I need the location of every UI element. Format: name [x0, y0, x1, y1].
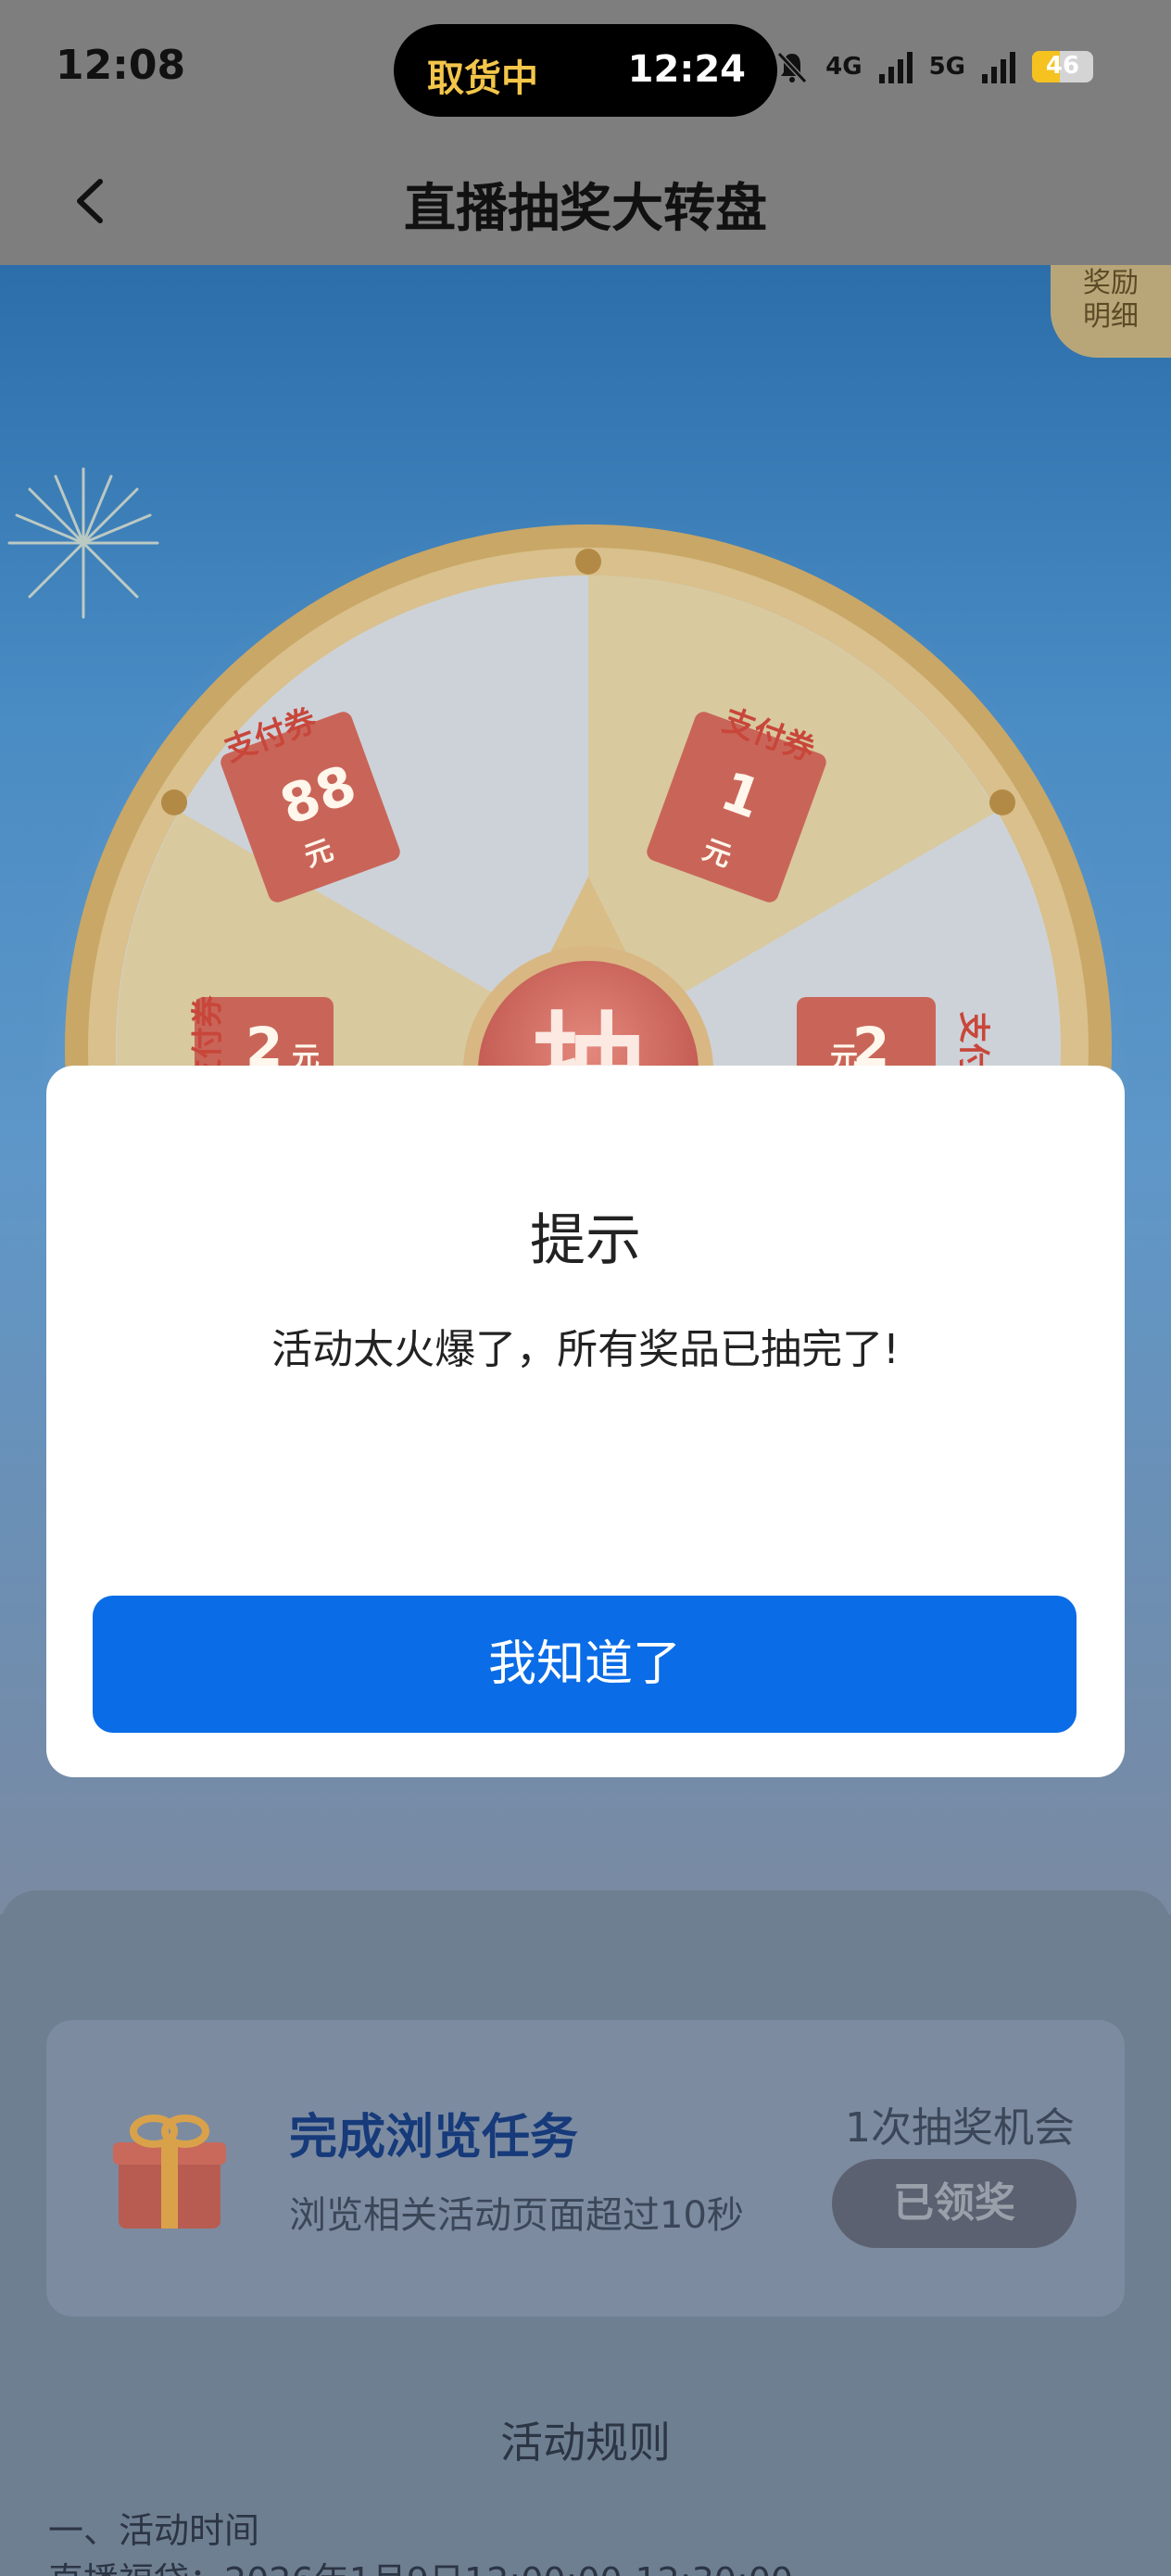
task-section: 完成浏览任务 浏览相关活动页面超过10秒 1次抽奖机会 已领奖 活动规则 一、活… [0, 1890, 1171, 2576]
dynamic-island[interactable]: 取货中 12:24 [394, 24, 777, 117]
network-5g-label: 5G [928, 53, 965, 81]
gift-icon [113, 2115, 226, 2229]
nav-bar: 直播抽奖大转盘 [0, 139, 1171, 265]
rules-title: 活动规则 [500, 2418, 671, 2468]
island-label: 取货中 [427, 57, 538, 100]
island-time: 12:24 [627, 48, 746, 91]
dialog-confirm-button[interactable]: 我知道了 [93, 1596, 1077, 1733]
battery-level: 46 [1045, 52, 1080, 80]
claimed-button[interactable]: 已领奖 [832, 2159, 1077, 2248]
mute-icon [776, 51, 808, 84]
dialog-title: 提示 [530, 1208, 641, 1273]
status-time: 12:08 [56, 42, 186, 89]
alert-dialog: 提示 活动太火爆了，所有奖品已抽完了! 我知道了 [46, 1066, 1125, 1777]
signal-icon-2 [982, 52, 1015, 83]
rules-line-1: 一、活动时间 [48, 2510, 260, 2551]
battery-icon: 46 [1032, 51, 1093, 82]
rewards-detail-tab[interactable]: 奖励 明细 [1051, 265, 1171, 358]
page-title: 直播抽奖大转盘 [404, 179, 767, 239]
task-description: 浏览相关活动页面超过10秒 [289, 2194, 744, 2237]
rewards-tab-line1: 奖励 [1083, 267, 1139, 299]
network-4g-label: 4G [825, 53, 863, 81]
task-chance: 1次抽奖机会 [845, 2104, 1075, 2152]
task-title: 完成浏览任务 [289, 2110, 579, 2166]
rules-line-2: 直播福袋：2026年1月9日12:00:00-12:30:00 [48, 2552, 793, 2576]
status-icons: 4G 5G 46 [774, 48, 1093, 85]
task-card: 完成浏览任务 浏览相关活动页面超过10秒 1次抽奖机会 已领奖 [46, 2020, 1125, 2317]
rewards-tab-line2: 明细 [1083, 300, 1139, 333]
dialog-message: 活动太火爆了，所有奖品已抽完了! [271, 1326, 900, 1373]
status-bar: 12:08 取货中 12:24 4G 5G 46 [0, 0, 1171, 139]
signal-icon [878, 52, 913, 83]
